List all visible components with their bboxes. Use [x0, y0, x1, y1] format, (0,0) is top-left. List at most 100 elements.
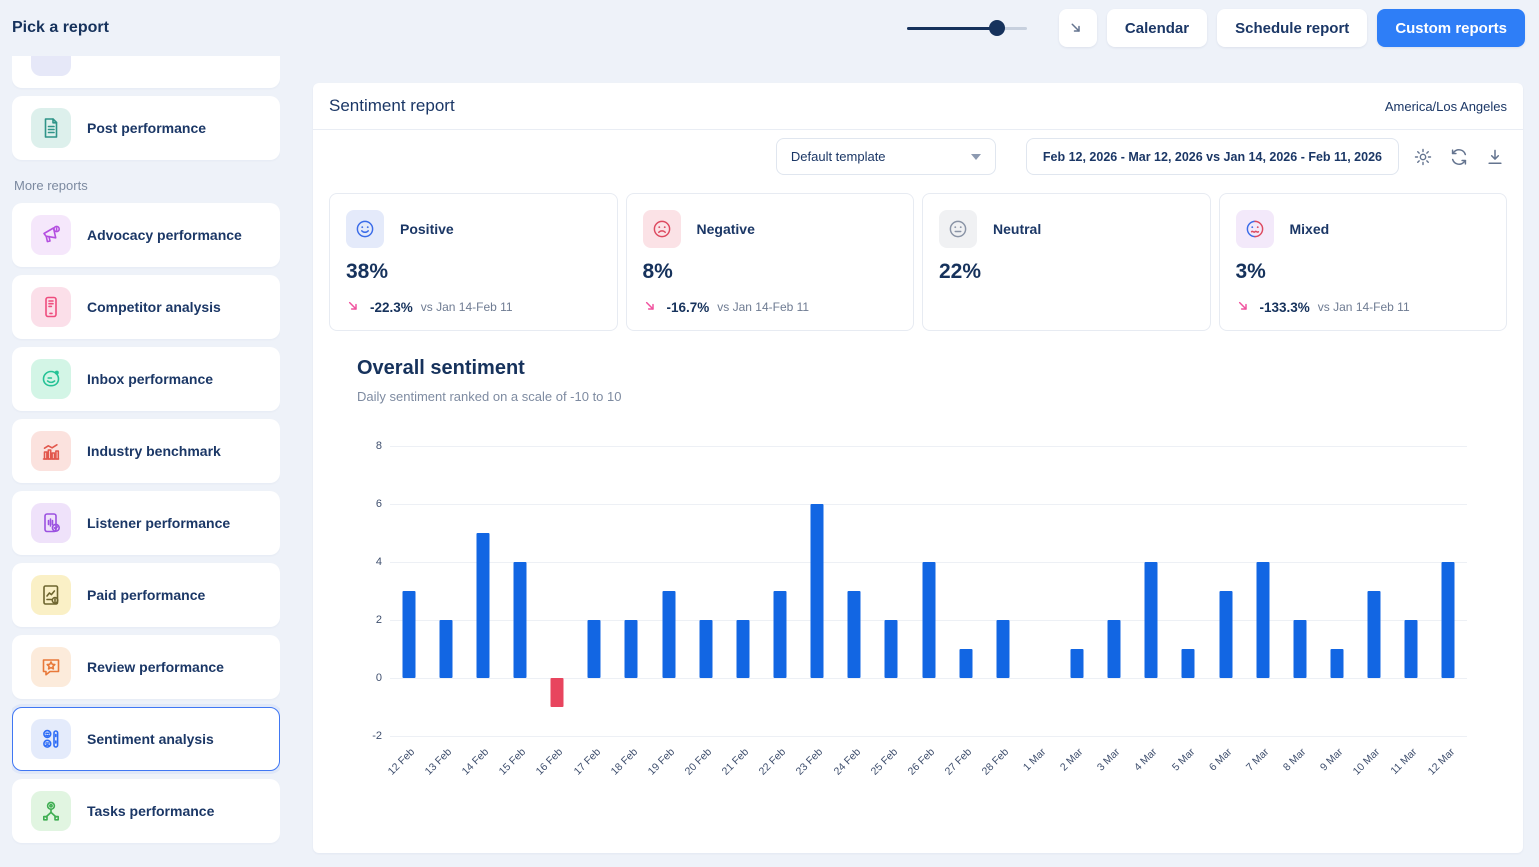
trend-down-arrow-icon — [346, 299, 362, 315]
sidebar-item-label: Review performance — [87, 659, 224, 675]
phone-icon — [31, 287, 71, 327]
sentiment-bar-9-mar[interactable] — [1331, 649, 1344, 678]
sidebar-item-advocacy-performance[interactable]: Advocacy performance — [12, 203, 280, 267]
report-panel: Sentiment report America/Los Angeles Def… — [313, 83, 1523, 853]
sentiment-bar-10-mar[interactable] — [1368, 591, 1381, 678]
sidebar-item-partial[interactable] — [12, 56, 280, 88]
sentiment-bar-17-feb[interactable] — [588, 620, 601, 678]
sidebar-item-label: Advocacy performance — [87, 227, 242, 243]
sentiment-bar-26-feb[interactable] — [922, 562, 935, 678]
sentiment-bar-25-feb[interactable] — [885, 620, 898, 678]
neutral-face-icon — [939, 210, 977, 248]
sentiment-bar-6-mar[interactable] — [1219, 591, 1232, 678]
content-layout: Post performance More reports Advocacy p… — [0, 56, 1539, 867]
sentiment-bar-14-feb[interactable] — [476, 533, 489, 678]
y-axis-tick: 0 — [354, 672, 382, 684]
y-axis-tick: 8 — [354, 440, 382, 452]
delta-compare-label: vs Jan 14-Feb 11 — [1318, 300, 1410, 314]
sidebar-item-tasks-performance[interactable]: Tasks performance — [12, 779, 280, 843]
summary-card-delta: -22.3% vs Jan 14-Feb 11 — [346, 299, 601, 315]
sentiment-bar-24-feb[interactable] — [848, 591, 861, 678]
sentiment-bar-22-feb[interactable] — [773, 591, 786, 678]
sentiment-bar-28-feb[interactable] — [996, 620, 1009, 678]
summary-card-negative: Negative8%-16.7%vs Jan 14-Feb 11 — [626, 193, 915, 331]
summary-card-value: 38% — [346, 260, 601, 284]
sentiment-bar-5-mar[interactable] — [1182, 649, 1195, 678]
sentiment-bar-12-feb[interactable] — [402, 591, 415, 678]
inbox-smile-icon — [31, 359, 71, 399]
report-title: Sentiment report — [329, 96, 455, 116]
review-star-icon — [31, 647, 71, 687]
custom-reports-button[interactable]: Custom reports — [1377, 9, 1525, 47]
sidebar-item-listener-performance[interactable]: Listener performance — [12, 491, 280, 555]
schedule-report-button[interactable]: Schedule report — [1217, 9, 1367, 47]
sidebar-item-post-performance[interactable]: Post performance — [12, 96, 280, 160]
trend-down-arrow-icon — [643, 299, 659, 315]
sentiment-bar-18-feb[interactable] — [625, 620, 638, 678]
report-toolbar: Default template Feb 12, 2026 - Mar 12, … — [313, 130, 1523, 183]
sidebar-item-industry-benchmark[interactable]: Industry benchmark — [12, 419, 280, 483]
listener-icon — [31, 503, 71, 543]
y-axis-tick: 2 — [354, 614, 382, 626]
delta-percent: -133.3% — [1260, 300, 1310, 315]
date-range-button[interactable]: Feb 12, 2026 - Mar 12, 2026 vs Jan 14, 2… — [1026, 138, 1399, 175]
settings-gear-icon[interactable] — [1413, 146, 1435, 168]
sentiment-bar-27-feb[interactable] — [959, 649, 972, 678]
chart-subtitle: Daily sentiment ranked on a scale of -10… — [357, 389, 1507, 404]
sentiment-bar-11-mar[interactable] — [1405, 620, 1418, 678]
sentiment-bar-7-mar[interactable] — [1256, 562, 1269, 678]
template-select[interactable]: Default template — [776, 138, 996, 175]
summary-card-positive: Positive 38% -22.3% vs Jan 14-Feb 11 — [329, 193, 618, 331]
more-reports-label: More reports — [14, 178, 280, 193]
sentiment-bar-21-feb[interactable] — [736, 620, 749, 678]
y-axis-tick: 4 — [354, 556, 382, 568]
paid-chart-icon — [31, 575, 71, 615]
sentiment-bar-23-feb[interactable] — [811, 504, 824, 678]
sentiment-bar-16-feb[interactable] — [551, 678, 564, 707]
sentiment-chart-plot: 86420-212 Feb13 Feb14 Feb15 Feb16 Feb17 … — [390, 446, 1467, 736]
summary-card-delta: -133.3% vs Jan 14-Feb 11 — [1236, 299, 1491, 315]
trend-down-arrow-icon — [1236, 299, 1252, 315]
sentiment-bar-8-mar[interactable] — [1293, 620, 1306, 678]
summary-card-label: Negative — [697, 221, 755, 237]
sentiment-bar-12-mar[interactable] — [1442, 562, 1455, 678]
refresh-icon[interactable] — [1449, 146, 1471, 168]
sidebar-item-inbox-performance[interactable]: Inbox performance — [12, 347, 280, 411]
slider-thumb[interactable] — [989, 20, 1005, 36]
smile-face-icon — [346, 210, 384, 248]
sentiment-bar-13-feb[interactable] — [439, 620, 452, 678]
sidebar-item-competitor-analysis[interactable]: Competitor analysis — [12, 275, 280, 339]
calendar-button[interactable]: Calendar — [1107, 9, 1207, 47]
sidebar-item-label: Post performance — [87, 120, 206, 136]
download-icon[interactable] — [1485, 146, 1507, 168]
sentiment-bar-3-mar[interactable] — [1108, 620, 1121, 678]
delta-compare-label: vs Jan 14-Feb 11 — [421, 300, 513, 314]
sentiment-bar-4-mar[interactable] — [1145, 562, 1158, 678]
sentiment-bar-20-feb[interactable] — [699, 620, 712, 678]
summary-card-label: Positive — [400, 221, 454, 237]
template-select-value: Default template — [791, 149, 886, 164]
summary-card-delta: -16.7%vs Jan 14-Feb 11 — [643, 299, 898, 315]
chevron-down-icon — [971, 154, 981, 160]
resize-diagonal-icon — [1067, 17, 1089, 39]
sidebar-item-label: Competitor analysis — [87, 299, 221, 315]
sentiment-bar-2-mar[interactable] — [1071, 649, 1084, 678]
delta-percent: -22.3% — [370, 300, 413, 315]
sidebar-partial-slot — [12, 56, 280, 88]
overall-sentiment-section: Overall sentiment Daily sentiment ranked… — [313, 331, 1523, 814]
sentiment-bar-19-feb[interactable] — [662, 591, 675, 678]
resize-diagonal-button[interactable] — [1059, 9, 1097, 47]
top-bar: Pick a report Calendar Schedule report C… — [0, 0, 1539, 56]
y-axis-tick: 6 — [354, 498, 382, 510]
frown-face-icon — [643, 210, 681, 248]
gridline — [390, 446, 1467, 447]
zoom-slider[interactable] — [907, 20, 1027, 36]
sidebar-item-review-performance[interactable]: Review performance — [12, 635, 280, 699]
sidebar-item-paid-performance[interactable]: Paid performance — [12, 563, 280, 627]
sentiment-bar-15-feb[interactable] — [513, 562, 526, 678]
tasks-icon — [31, 791, 71, 831]
sidebar-item-sentiment-analysis[interactable]: Sentiment analysis — [12, 707, 280, 771]
summary-card-neutral: Neutral22% — [922, 193, 1211, 331]
document-icon — [31, 108, 71, 148]
summary-card-label: Mixed — [1290, 221, 1330, 237]
